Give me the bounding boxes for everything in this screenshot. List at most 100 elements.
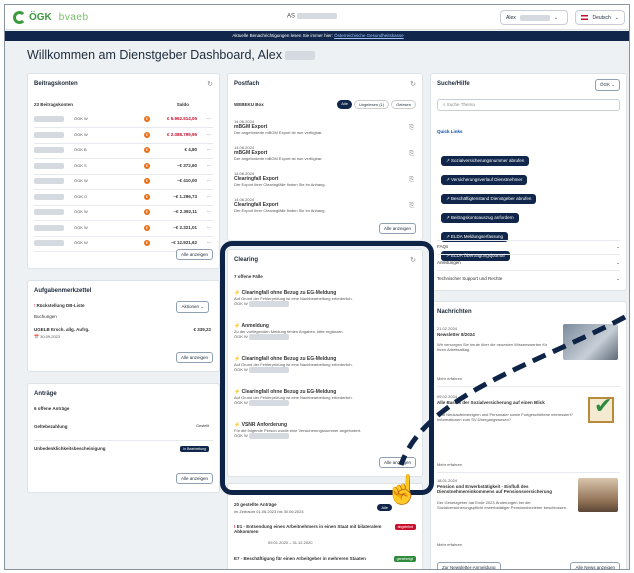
message-item[interactable]: 14.06.2024 Clearingfall Export Der Export … [234, 171, 416, 187]
scope-select[interactable]: ÖGK ⌄ [594, 79, 620, 91]
antrag-item[interactable]: Geltebezahlung Gestellt [34, 424, 213, 429]
account-row[interactable]: ÖGK W € –€ 12.921,62 ⋯ [34, 240, 213, 246]
account-select[interactable]: Alex ⌄ [500, 10, 568, 25]
card-title: Beitragskonten [34, 81, 78, 87]
account-number-redacted [34, 209, 64, 215]
quicklink-button[interactable]: ↗ Beschäftigtenstand Dienstgeber abrufen [441, 194, 537, 204]
account-balance: –€ 12.921,62 [170, 240, 197, 245]
oegk-logo-icon [13, 11, 26, 24]
entry-label: UGELB Ersch. allg. Aufrg. [34, 327, 90, 332]
tab-unread[interactable]: Ungelesen (1) [353, 100, 390, 109]
show-all-button[interactable]: Alle anzeigen [175, 352, 213, 363]
quicklink-button[interactable]: ↗ Versicherungsverlauf Dienstnehmer [441, 175, 528, 185]
entry-amount: € 339,22 [193, 327, 211, 332]
section-label: Anleitungen [437, 260, 461, 265]
quicklink-button[interactable]: ↗ Sozialversicherungsnummer abrufen [441, 156, 530, 166]
intl-item-title: E7 - Beschäftigung für einen Arbeitgeber… [234, 556, 366, 561]
more-icon[interactable]: ⋯ [207, 178, 212, 184]
account-number-redacted [34, 162, 64, 169]
scope-label: ÖGK [599, 82, 610, 87]
warning-icon: € [144, 116, 150, 122]
section-label: Technischer Support und Rechte [437, 276, 503, 281]
antrag-item[interactable]: Unbedenklichkeitsbescheinigung In Bearbe… [34, 446, 213, 452]
message-text: Der angeforderte mBGM Export ist nun ver… [234, 130, 323, 135]
search-icon: ⌕ [443, 102, 446, 107]
search-input[interactable]: ⌕ Suche Thema [437, 99, 620, 111]
account-balance: –€ 2.392,11 [173, 209, 197, 214]
account-row[interactable]: ÖGK O € –€ 1.296,73 ⋯ [34, 193, 213, 200]
card-title: Aufgabenmerkzettel [34, 288, 92, 294]
more-icon[interactable]: ⋯ [207, 194, 212, 200]
more-icon[interactable]: ⋯ [207, 116, 212, 122]
more-icon[interactable]: ⋯ [207, 209, 212, 215]
user-name-redacted [296, 13, 337, 19]
more-link[interactable]: Mehr erfahren [437, 542, 620, 547]
all-news-button[interactable]: Alle News anzeigen [570, 562, 620, 569]
language-label: Deutsch [592, 14, 611, 21]
refresh-icon[interactable]: ↻ [207, 80, 213, 88]
account-number-redacted [34, 178, 64, 184]
more-icon[interactable]: ⋯ [207, 240, 212, 246]
account-row[interactable]: ÖGK W € € 2.088.799,95 ⋯ [34, 131, 213, 138]
intl-item[interactable]: ! E1 - Entsendung eines Arbeitnehmers in… [234, 524, 384, 534]
account-row[interactable]: ÖGK W € –€ 2.321,01 ⋯ [34, 224, 213, 231]
logo[interactable]: ÖGK bvaeb [13, 11, 89, 24]
account-row[interactable]: ÖGK B € € 4,80 ⋯ [34, 147, 213, 153]
language-select[interactable]: Deutsch ⌄ [575, 10, 625, 25]
intl-item-title: E1 - Entsendung eines Arbeitnehmers in e… [234, 524, 382, 534]
more-icon[interactable]: ⋯ [207, 163, 212, 169]
account-code: ÖGK W [74, 209, 88, 215]
message-item[interactable]: 14.06.2024 Clearingfall Export Der Export … [234, 197, 416, 213]
more-icon[interactable]: ⋯ [207, 132, 212, 138]
message-item[interactable]: 14.06.2024 mBGM Export Der angeforderte mB… [234, 119, 416, 135]
account-row[interactable]: ÖGK W € € 5.962.514,05 ⋯ [34, 116, 213, 122]
section-support[interactable]: Technischer Support und Rechte ⌄ [437, 276, 620, 281]
warning-icon: € [144, 162, 150, 169]
account-balance: € 4,80 [184, 147, 197, 152]
task-label: Rückstellung DB-Liste [36, 303, 85, 308]
tab-read[interactable]: Gelesen [391, 100, 416, 109]
message-item[interactable]: 14.06.2024 mBGM Export Der angeforderte mB… [234, 145, 416, 161]
refresh-icon[interactable]: ↻ [410, 80, 416, 88]
user-prefix: AS [287, 13, 296, 20]
account-count: 23 Beitragskonten Saldo [34, 102, 213, 107]
actions-label: Aktionen [181, 304, 199, 309]
show-all-button[interactable]: Alle anzeigen [175, 473, 213, 484]
account-row[interactable]: ÖGK W € –€ 2.392,11 ⋯ [34, 209, 213, 215]
quicklink-button[interactable]: ↗ Beitragskontoauszug anfordern [441, 213, 519, 223]
show-all-button[interactable]: Alle anzeigen [175, 249, 213, 260]
user-display: AS [287, 13, 337, 20]
section-anleitungen[interactable]: Anleitungen ⌄ [437, 260, 620, 265]
newsletter-button[interactable]: Zur Newsletter-Anmeldung [437, 562, 501, 569]
intl-item[interactable]: E7 - Beschäftigung für einen Arbeitgeber… [234, 556, 416, 561]
warning-icon: € [144, 178, 150, 184]
quicklink-label: Beschäftigtenstand Dienstgeber abrufen [451, 196, 532, 201]
banner-link[interactable]: Österreichische Gesundheitskasse [334, 33, 404, 38]
suche-hilfe-card: Suche/Hilfe ÖGK ⌄ ⌕ Suche Thema Quick Li… [430, 73, 627, 291]
section-faqs[interactable]: FAQs ⌄ [437, 244, 620, 249]
account-label: Alex [506, 14, 516, 21]
more-icon[interactable]: ⋯ [207, 147, 212, 153]
account-row[interactable]: ÖGK W € –€ 410,00 ⋯ [34, 178, 213, 184]
actions-button[interactable]: Aktionen ⌄ [176, 301, 209, 313]
quicklink-label: Sozialversicherungsnummer abrufen [451, 158, 525, 163]
account-number-redacted [34, 193, 64, 200]
quicklink-label: ELDA Meldungserfassung [451, 234, 504, 239]
card-title: Anträge [34, 391, 57, 397]
antrag-name: Geltebezahlung [34, 424, 68, 429]
antrag-name: Unbedenklichkeitsbescheinigung [34, 446, 106, 451]
warning-icon: € [144, 131, 150, 138]
account-number-redacted [34, 116, 64, 122]
booking-entry[interactable]: UGELB Ersch. allg. Aufrg. € 339,22 [34, 327, 213, 332]
account-code: ÖGK W [74, 131, 88, 137]
account-code: ÖGK W [74, 240, 88, 246]
dashed-arrow [398, 314, 627, 466]
show-all-button[interactable]: Alle anzeigen [378, 223, 416, 234]
account-balance: –€ 372,60 [176, 162, 197, 168]
status-badge: In Bearbeitung [180, 446, 209, 452]
attachment-icon: ⎘ [409, 177, 414, 183]
account-row[interactable]: ÖGK S € –€ 372,60 ⋯ [34, 162, 213, 169]
tab-all[interactable]: Alle [337, 100, 352, 109]
warning-icon: € [144, 209, 150, 215]
more-icon[interactable]: ⋯ [207, 225, 212, 231]
